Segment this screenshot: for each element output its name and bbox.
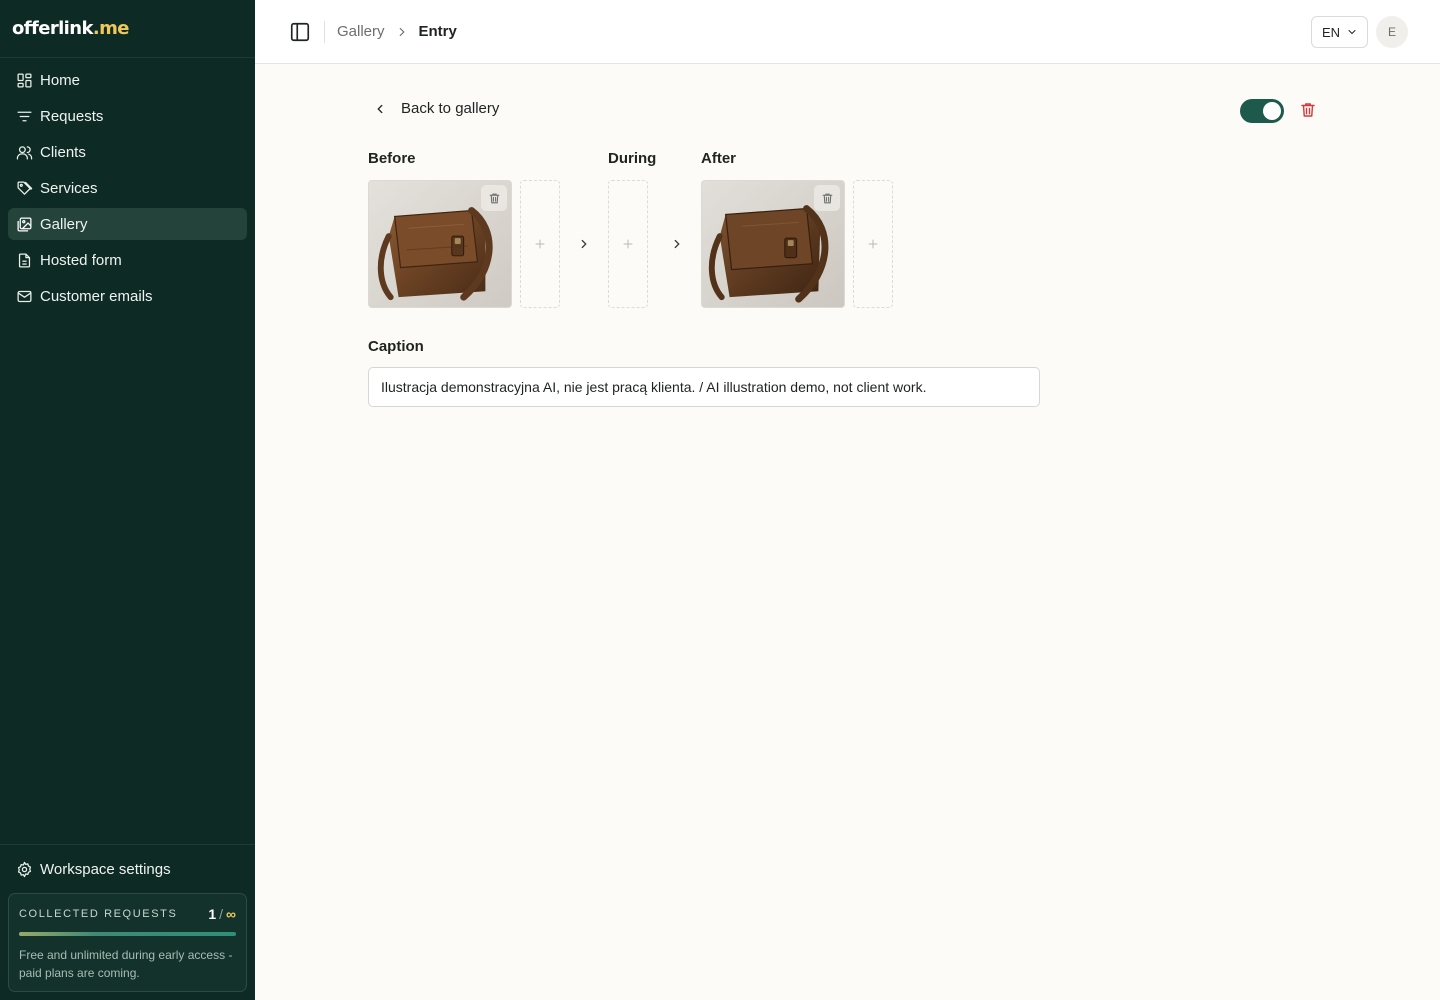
sidebar-item-label: Customer emails: [40, 287, 153, 305]
caption-input[interactable]: [368, 367, 1040, 407]
before-photo[interactable]: [368, 180, 512, 308]
add-during-photo-button[interactable]: [608, 180, 648, 308]
sidebar-item-requests[interactable]: Requests: [8, 100, 247, 132]
sidebar-item-customer-emails[interactable]: Customer emails: [8, 280, 247, 312]
sidebar-item-label: Clients: [40, 143, 86, 161]
plus-icon: [623, 239, 633, 249]
trash-icon: [822, 193, 832, 203]
usage-count-value: 1: [208, 906, 217, 922]
workspace-settings-label: Workspace settings: [40, 860, 171, 878]
breadcrumb-current: Entry: [418, 23, 457, 40]
back-to-gallery-label: Back to gallery: [401, 100, 500, 117]
delete-entry-icon[interactable]: [1299, 101, 1317, 119]
after-photo[interactable]: [701, 180, 845, 308]
sidebar: offerlink .me Home Requests Clients Servi…: [0, 0, 255, 1000]
during-label: During: [608, 150, 657, 167]
publish-toggle[interactable]: [1240, 99, 1284, 123]
images-icon: [17, 216, 32, 232]
avatar[interactable]: E: [1376, 16, 1408, 48]
sidebar-item-gallery[interactable]: Gallery: [8, 208, 247, 240]
sidebar-item-home[interactable]: Home: [8, 64, 247, 96]
chevron-left-icon: [377, 104, 383, 113]
back-to-gallery-link[interactable]: Back to gallery: [373, 100, 499, 117]
topbar-divider: [324, 20, 325, 43]
usage-progress-bar: [19, 932, 236, 936]
brand-logo[interactable]: offerlink .me: [0, 0, 255, 58]
before-label: Before: [368, 150, 416, 167]
sidebar-nav: Home Requests Clients Services Gallery H…: [0, 58, 255, 322]
gear-icon: [17, 861, 32, 877]
chevron-right-icon: [581, 239, 587, 249]
brand-name-tld: .me: [92, 18, 130, 39]
sidebar-item-services[interactable]: Services: [8, 172, 247, 204]
plus-icon: [868, 239, 878, 249]
usage-note: Free and unlimited during early access -…: [19, 948, 233, 980]
usage-count: 1/∞: [208, 906, 236, 922]
chevron-right-icon: [399, 27, 405, 36]
chevron-right-icon: [674, 239, 680, 249]
topbar: Gallery Entry EN E: [255, 0, 1440, 64]
plus-icon: [535, 239, 545, 249]
grid-icon: [17, 72, 32, 88]
sidebar-item-label: Gallery: [40, 215, 88, 233]
mail-icon: [17, 290, 32, 302]
trash-icon: [489, 193, 499, 203]
workspace-settings-link[interactable]: Workspace settings: [8, 853, 247, 885]
main-content: Back to gallery Before During After Capt…: [255, 64, 1440, 1000]
brand-name-main: offerlink: [12, 18, 93, 39]
tags-icon: [17, 180, 33, 195]
sidebar-footer: Workspace settings COLLECTED REQUESTS 1/…: [0, 844, 255, 1000]
add-after-photo-button[interactable]: [853, 180, 893, 308]
toggle-knob: [1263, 102, 1281, 120]
filter-icon: [17, 111, 32, 121]
breadcrumb-gallery-link[interactable]: Gallery: [337, 23, 385, 40]
sidebar-item-hosted-form[interactable]: Hosted form: [8, 244, 247, 276]
usage-separator: /: [219, 906, 224, 922]
sidebar-item-label: Hosted form: [40, 251, 122, 269]
language-select[interactable]: EN: [1311, 16, 1368, 48]
sidebar-item-label: Services: [40, 179, 98, 197]
chevron-down-icon: [1348, 30, 1356, 35]
add-before-photo-button[interactable]: [520, 180, 560, 308]
delete-before-photo-button[interactable]: [481, 185, 507, 211]
breadcrumb: Gallery Entry: [337, 23, 457, 40]
language-value: EN: [1322, 24, 1341, 40]
usage-title: COLLECTED REQUESTS: [19, 908, 178, 920]
sidebar-item-label: Home: [40, 71, 81, 89]
usage-card: COLLECTED REQUESTS 1/∞ Free and unlimite…: [8, 893, 247, 992]
after-label: After: [701, 150, 737, 167]
sidebar-toggle-icon[interactable]: [289, 21, 311, 43]
sidebar-item-clients[interactable]: Clients: [8, 136, 247, 168]
sidebar-item-label: Requests: [40, 107, 104, 125]
caption-label: Caption: [368, 338, 424, 355]
file-icon: [18, 252, 31, 268]
users-icon: [16, 145, 33, 160]
usage-limit: ∞: [226, 906, 236, 922]
delete-after-photo-button[interactable]: [814, 185, 840, 211]
